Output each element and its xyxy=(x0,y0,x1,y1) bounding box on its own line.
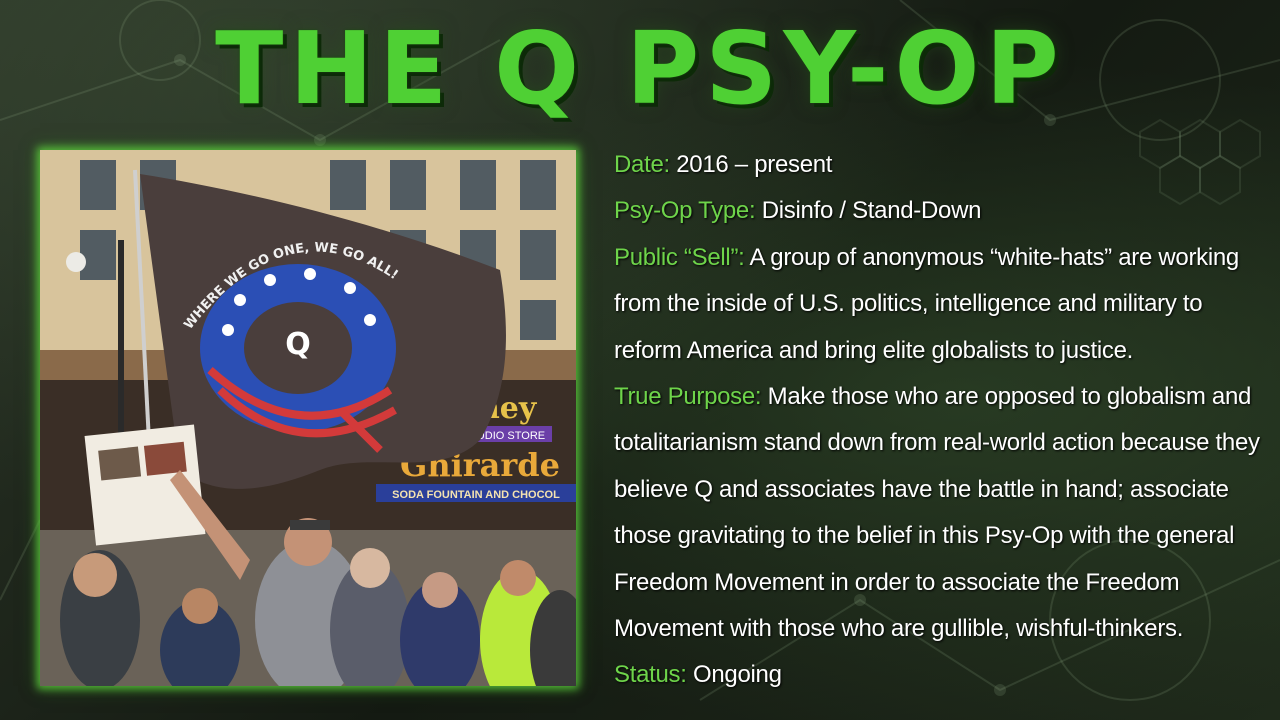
status-label: Status: xyxy=(614,661,687,689)
flag-letter: Q xyxy=(285,327,311,362)
type-label: Psy-Op Type: xyxy=(614,197,756,225)
type-value: Disinfo / Stand-Down xyxy=(755,197,982,225)
public-sell-text: A group of anonymous “white-hats” are wo… xyxy=(744,243,1240,271)
public-sell-label: Public “Sell”: xyxy=(614,243,745,271)
rally-photo-illustration: Disney UDIO STORE Ghirarde SODA FOUNTAIN… xyxy=(40,150,576,686)
page-title: THE Q PSY-OP xyxy=(215,10,1065,127)
true-purpose-text: those gravitating to the belief in this … xyxy=(614,522,1235,550)
public-sell-text: reform America and bring elite globalist… xyxy=(614,336,1134,364)
status-row: Status: Ongoing xyxy=(614,652,1254,698)
psyop-details: Date: 2016 – present Psy-Op Type: Disinf… xyxy=(614,142,1260,699)
true-purpose-row: True Purpose: Make those who are opposed… xyxy=(614,374,1254,420)
true-purpose-text: totalitarianism stand down from real-wor… xyxy=(614,429,1260,457)
storefront-sign-sub: UDIO STORE xyxy=(477,430,545,442)
type-row: Psy-Op Type: Disinfo / Stand-Down xyxy=(614,188,1254,234)
storefront-banner: SODA FOUNTAIN AND CHOCOL xyxy=(392,489,560,501)
date-row: Date: 2016 – present xyxy=(614,142,1254,188)
true-purpose-text: Freedom Movement in order to associate t… xyxy=(614,568,1180,596)
rally-photo: Disney UDIO STORE Ghirarde SODA FOUNTAIN… xyxy=(40,150,576,686)
date-label: Date: xyxy=(614,151,670,178)
true-purpose-text: Movement with those who are gullible, wi… xyxy=(614,615,1184,643)
date-value: 2016 – present xyxy=(669,151,833,178)
status-value: Ongoing xyxy=(686,661,782,689)
true-purpose-text: believe Q and associates have the battle… xyxy=(614,475,1229,503)
public-sell-text: from the inside of U.S. politics, intell… xyxy=(614,290,1203,318)
public-sell-row: Public “Sell”: A group of anonymous “whi… xyxy=(614,235,1254,281)
true-purpose-text: Make those who are opposed to globalism … xyxy=(761,383,1252,411)
true-purpose-label: True Purpose: xyxy=(614,383,762,411)
